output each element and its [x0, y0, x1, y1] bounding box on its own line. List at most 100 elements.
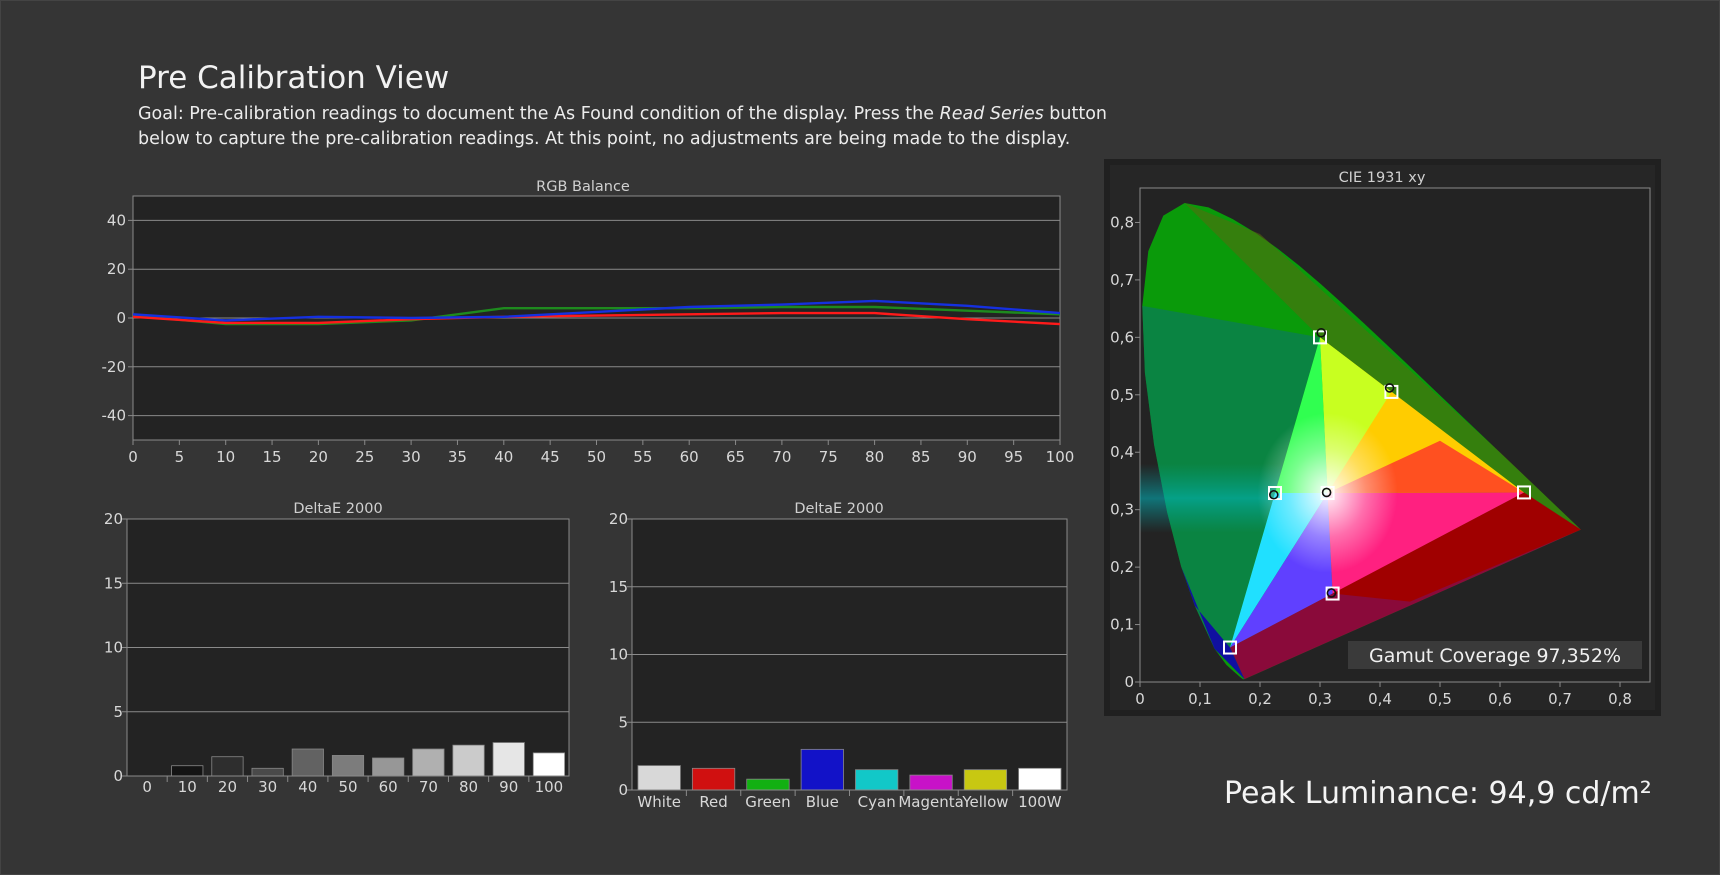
cie-x-tick-label: 0,2: [1248, 690, 1272, 708]
rgb-balance-chart: RGB Balance 40 20 0 -20 -40 0 5 10 15 20 25 30 35 40…: [102, 179, 1075, 466]
de2-bar: [1018, 767, 1062, 791]
de1-x-tick-label: 0: [142, 778, 152, 796]
cie-y-tick-label: 0,8: [1110, 213, 1134, 231]
de2-bar: [963, 769, 1008, 791]
cie-y-tick-label: 0,4: [1110, 443, 1134, 461]
de2-bar: [855, 769, 899, 791]
rgb-y-tick-label: 40: [107, 211, 126, 229]
de1-bar: [452, 744, 485, 777]
cie-x-tick-label: 0,5: [1428, 690, 1452, 708]
cie-y-tick-label: 0,5: [1110, 386, 1134, 404]
cie-x-tick-label: 0,6: [1488, 690, 1512, 708]
de1-bar: [211, 756, 244, 777]
de2-y-tick-label: 20: [609, 510, 628, 528]
de2-x-tick-label: White: [637, 793, 681, 811]
deltae-grayscale-y-axis: 20 15 10 5 0: [104, 510, 127, 785]
de1-bar: [251, 767, 284, 777]
de1-x-tick-label: 100: [535, 778, 564, 796]
rgb-x-tick-label: 85: [911, 448, 930, 466]
deltae-colors-chart: DeltaE 2000 20 15 10 5 0 White Red Green Blue Cy…: [609, 501, 1068, 811]
cie-x-tick-label: 0,4: [1368, 690, 1392, 708]
de2-x-tick-label: Green: [745, 793, 790, 811]
rgb-x-tick-label: 80: [865, 448, 884, 466]
cie-1931-chart: CIE 1931 xy 0,8 0,7 0,6 0,5 0,4 0,3 0,2 0,1 0 0 0…: [1104, 159, 1661, 716]
de1-bar: [492, 742, 525, 777]
rgb-x-tick-label: 30: [402, 448, 421, 466]
deltae-grayscale-x-axis: 0 10 20 30 40 50 60 70 80 90 100: [127, 775, 569, 796]
rgb-x-tick-label: 90: [958, 448, 977, 466]
de1-y-tick-label: 5: [113, 703, 123, 721]
rgb-x-tick-label: 25: [355, 448, 374, 466]
rgb-y-tick-label: -40: [102, 407, 127, 425]
cie-y-tick-label: 0,7: [1110, 271, 1134, 289]
cie-x-tick-label: 0,3: [1308, 690, 1332, 708]
rgb-x-tick-label: 5: [175, 448, 185, 466]
de2-y-tick-label: 15: [609, 578, 628, 596]
de2-y-tick-label: 0: [618, 781, 628, 799]
de1-y-tick-label: 15: [104, 574, 123, 592]
de2-x-tick-label: Yellow: [961, 793, 1008, 811]
rgb-x-tick-label: 60: [680, 448, 699, 466]
de1-x-tick-label: 50: [338, 778, 357, 796]
rgb-x-tick-label: 45: [541, 448, 560, 466]
rgb-x-tick-label: 15: [263, 448, 282, 466]
de2-bar: [691, 767, 736, 791]
deltae-colors-y-axis: 20 15 10 5 0: [609, 510, 632, 799]
de2-y-tick-label: 10: [609, 646, 628, 664]
de1-bar: [532, 752, 565, 777]
de1-x-tick-label: 80: [459, 778, 478, 796]
cie-y-tick-label: 0,3: [1110, 501, 1134, 519]
rgb-balance-title: RGB Balance: [536, 179, 630, 195]
de1-y-tick-label: 20: [104, 510, 123, 528]
de1-x-tick-label: 20: [218, 778, 237, 796]
cie-x-tick-label: 0,7: [1548, 690, 1572, 708]
cie-title: CIE 1931 xy: [1339, 170, 1426, 186]
deltae-colors-x-axis: White Red Green Blue Cyan MagentaYellow 100W: [632, 789, 1067, 811]
de1-bar: [372, 757, 405, 777]
rgb-x-tick-label: 40: [494, 448, 513, 466]
rgb-x-tick-label: 20: [309, 448, 328, 466]
rgb-balance-x-axis: 0 5 10 15 20 25 30 35 40 45 50 55 60 65 70 75 80 85 90 95 10…: [128, 440, 1074, 466]
rgb-y-tick-label: 0: [116, 309, 126, 327]
peak-luminance-readout: Peak Luminance: 94,9 cd/m²: [1224, 776, 1652, 811]
de2-x-tick-label: Cyan: [858, 793, 896, 811]
cie-y-tick-label: 0,2: [1110, 558, 1134, 576]
cie-x-tick-label: 0: [1135, 690, 1145, 708]
rgb-x-tick-label: 70: [772, 448, 791, 466]
cie-white-glow: [1257, 413, 1398, 574]
rgb-x-tick-label: 10: [216, 448, 235, 466]
de2-bar: [800, 748, 844, 791]
cie-x-tick-label: 0,8: [1608, 690, 1632, 708]
cie-y-tick-label: 0,6: [1110, 328, 1134, 346]
de1-y-tick-label: 10: [104, 639, 123, 657]
de1-bar: [412, 748, 445, 777]
de2-bar: [637, 765, 681, 791]
rgb-x-tick-label: 65: [726, 448, 745, 466]
de2-bar: [746, 778, 790, 791]
rgb-x-tick-label: 95: [1004, 448, 1023, 466]
de1-x-tick-label: 60: [379, 778, 398, 796]
de2-x-tick-label: 100W: [1018, 793, 1062, 811]
de2-y-tick-label: 5: [618, 713, 628, 731]
deltae-grayscale-title: DeltaE 2000: [293, 501, 382, 517]
deltae-colors-title: DeltaE 2000: [794, 501, 883, 517]
gamut-coverage-box: Gamut Coverage 97,352%: [1348, 641, 1642, 669]
de2-bar: [909, 774, 953, 791]
rgb-x-tick-label: 50: [587, 448, 606, 466]
de1-y-tick-label: 0: [113, 767, 123, 785]
de2-x-tick-label: Magenta: [898, 793, 963, 811]
cie-y-tick-label: 0: [1124, 673, 1134, 691]
rgb-x-tick-label: 75: [819, 448, 838, 466]
charts-canvas: RGB Balance 40 20 0 -20 -40 0 5 10 15 20 25 30 35 40…: [102, 159, 1661, 811]
de1-x-tick-label: 40: [298, 778, 317, 796]
de2-x-tick-label: Blue: [806, 793, 839, 811]
rgb-y-tick-label: 20: [107, 260, 126, 278]
cie-x-tick-label: 0,1: [1188, 690, 1212, 708]
de1-x-tick-label: 10: [178, 778, 197, 796]
rgb-y-tick-label: -20: [102, 358, 127, 376]
de2-x-tick-label: Red: [699, 793, 728, 811]
rgb-x-tick-label: 0: [128, 448, 138, 466]
de1-x-tick-label: 30: [258, 778, 277, 796]
gamut-coverage-label: Gamut Coverage 97,352%: [1369, 645, 1621, 667]
de1-x-tick-label: 90: [499, 778, 518, 796]
